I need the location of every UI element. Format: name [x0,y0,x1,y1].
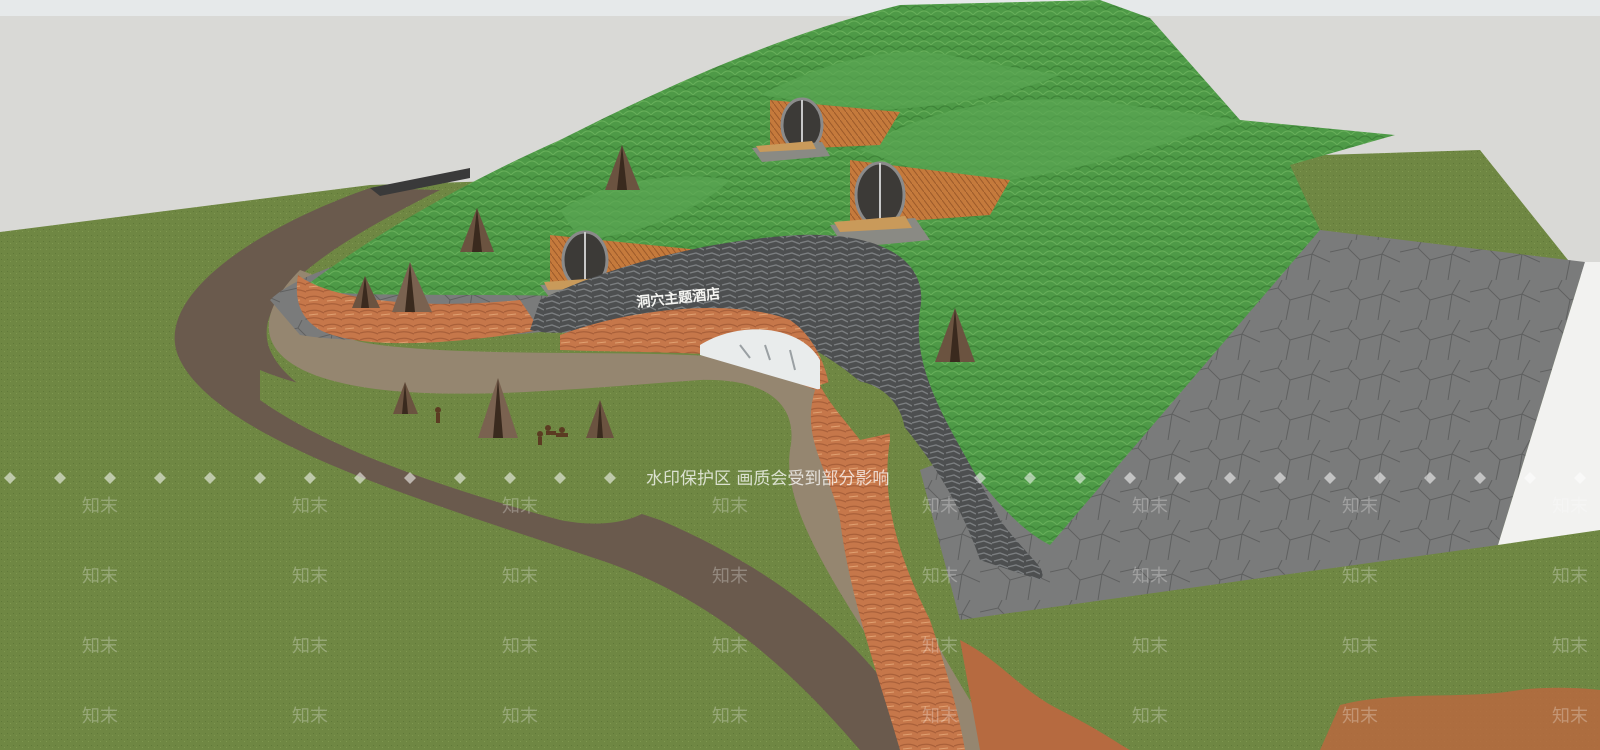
watermark-brand: 知末 [82,636,118,657]
watermark-brand: 知末 [922,706,958,727]
watermark-brand: 知末 [1132,566,1168,587]
watermark-brand: 知末 [1342,566,1378,587]
watermark-brand: 知末 [292,566,328,587]
watermark-brand: 知末 [292,636,328,657]
watermark-brand: 知末 [1552,496,1588,517]
model-render: 洞穴主题酒店 水印保护区 画质会受到部分影响 知末 知末 知末 知末 知末 知末… [0,0,1600,750]
watermark-brand: 知末 [922,636,958,657]
watermark-brand: 知末 [1342,636,1378,657]
watermark-brand: 知末 [1132,706,1168,727]
watermark-brand: 知末 [502,566,538,587]
watermark-brand: 知末 [502,496,538,517]
model-viewport[interactable]: 洞穴主题酒店 水印保护区 画质会受到部分影响 知末 知末 知末 知末 知末 知末… [0,0,1600,750]
watermark-brand: 知末 [1132,496,1168,517]
watermark-brand: 知末 [1552,636,1588,657]
watermark-brand: 知末 [1132,636,1168,657]
watermark-brand: 知末 [292,706,328,727]
watermark-brand: 知末 [712,496,748,517]
watermark-brand: 知末 [1342,496,1378,517]
watermark-brand: 知末 [502,706,538,727]
watermark-brand: 知末 [1552,706,1588,727]
watermark-brand: 知末 [1552,566,1588,587]
watermark-brand: 知末 [922,496,958,517]
watermark-banner: 水印保护区 画质会受到部分影响 [646,469,889,489]
watermark-brand: 知末 [922,566,958,587]
watermark-brand: 知末 [502,636,538,657]
watermark-brand: 知末 [712,636,748,657]
watermark-brand: 知末 [292,496,328,517]
watermark-brand: 知末 [82,706,118,727]
watermark-brand: 知末 [82,566,118,587]
watermark-brand: 知末 [82,496,118,517]
watermark-brand: 知末 [712,706,748,727]
watermark-brand: 知末 [712,566,748,587]
watermark-brand: 知末 [1342,706,1378,727]
